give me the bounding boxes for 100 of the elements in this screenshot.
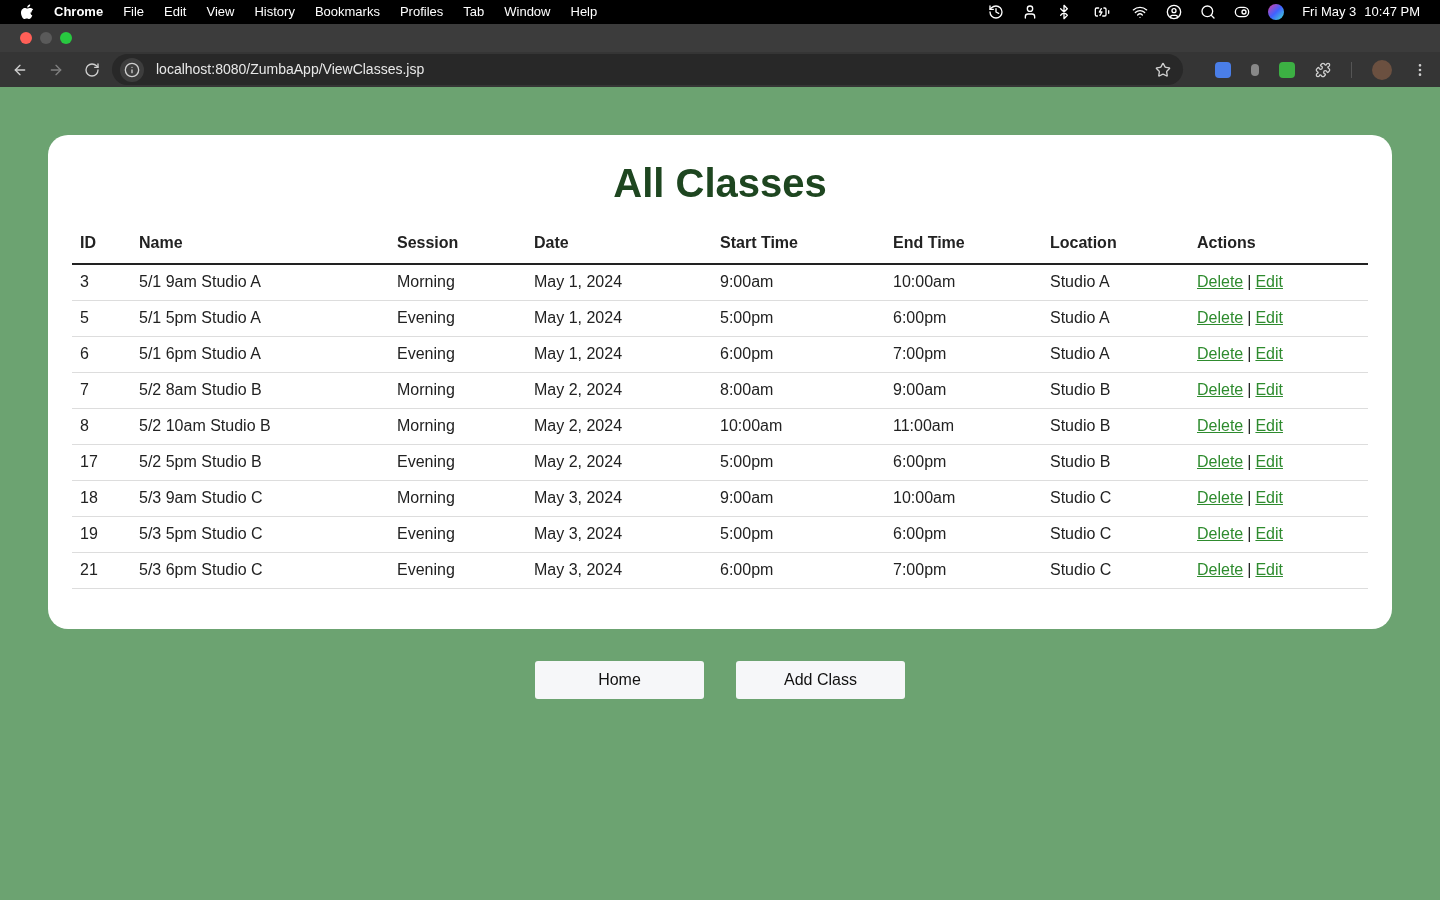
menu-item[interactable]: Tab — [463, 2, 485, 22]
separator: | — [1247, 380, 1252, 400]
account-icon — [1166, 4, 1183, 20]
table-cell: 5/1 9am Studio A — [139, 273, 261, 291]
column-header: ID — [80, 234, 96, 251]
edit-link[interactable]: Edit — [1255, 450, 1283, 474]
table-cell: 5/2 10am Studio B — [139, 417, 271, 434]
edit-link[interactable]: Edit — [1255, 414, 1283, 438]
table-cell: Studio C — [1050, 561, 1112, 578]
table-cell: 7 — [80, 381, 89, 398]
menu-item[interactable]: Profiles — [399, 2, 444, 22]
menu-item[interactable]: Help — [570, 2, 598, 22]
table-cell: 21 — [80, 561, 98, 578]
table-cell: 6:00pm — [893, 453, 947, 470]
table-cell: Morning — [397, 381, 455, 398]
table-cell: May 2, 2024 — [534, 381, 623, 398]
table-cell: 18 — [80, 489, 98, 506]
menu-item[interactable]: History — [254, 2, 295, 22]
column-header: Location — [1050, 234, 1117, 251]
table-cell: Studio B — [1050, 417, 1111, 434]
table-cell: Evening — [397, 525, 455, 542]
delete-link[interactable]: Delete — [1197, 522, 1244, 546]
control-center-icon — [1234, 4, 1251, 20]
table-cell: Studio C — [1050, 525, 1112, 542]
apple-logo-icon — [20, 4, 34, 20]
table-cell: 5:00pm — [720, 525, 774, 542]
edit-link[interactable]: Edit — [1255, 378, 1283, 402]
table-cell: 9:00am — [720, 489, 774, 506]
separator: | — [1247, 452, 1252, 472]
table-cell: 5/2 5pm Studio B — [139, 453, 262, 470]
table-cell: Evening — [397, 453, 455, 470]
table-cell: 9:00am — [720, 273, 774, 291]
table-cell: Studio C — [1050, 489, 1112, 506]
table-cell: 5/2 8am Studio B — [139, 381, 262, 398]
table-cell: 6 — [80, 345, 89, 362]
table-cell: Evening — [397, 561, 455, 578]
separator: | — [1247, 272, 1252, 293]
table-cell: 11:00am — [893, 417, 955, 434]
menu-item[interactable]: Bookmarks — [314, 2, 380, 22]
delete-link[interactable]: Delete — [1197, 486, 1244, 510]
add-class-button[interactable]: Add Class — [736, 660, 905, 699]
table-cell: 6:00pm — [893, 525, 947, 542]
table-cell: May 1, 2024 — [534, 309, 623, 326]
menu-item[interactable]: View — [206, 2, 235, 22]
table-cell: Morning — [397, 489, 455, 506]
page-title: All Classes — [612, 160, 828, 207]
table-cell: Morning — [397, 273, 455, 291]
table-cell: Studio B — [1050, 381, 1111, 398]
table-cell: 7:00pm — [893, 561, 947, 578]
close-window-button[interactable] — [20, 32, 32, 44]
column-header: Start Time — [720, 234, 798, 251]
home-button[interactable]: Home — [535, 660, 704, 699]
column-header: Actions — [1197, 234, 1256, 251]
menubar-date: Fri May 3 — [1302, 3, 1357, 22]
table-cell: 5/3 9am Studio C — [139, 489, 263, 506]
bookmark-star-icon — [1155, 61, 1171, 78]
delete-link[interactable]: Delete — [1197, 306, 1244, 330]
table-cell: 8:00am — [720, 381, 774, 398]
menu-item[interactable]: Window — [504, 2, 551, 22]
separator: | — [1247, 344, 1252, 364]
edit-link[interactable]: Edit — [1255, 558, 1283, 582]
column-header: End Time — [893, 234, 965, 251]
search-icon — [1200, 4, 1217, 20]
edit-link[interactable]: Edit — [1255, 306, 1283, 330]
maximize-window-button[interactable] — [60, 32, 72, 44]
table-cell: 3 — [80, 273, 89, 291]
extension-icon[interactable] — [1251, 63, 1259, 76]
table-cell: Studio B — [1050, 453, 1111, 470]
address-bar[interactable]: localhost:8080/ZumbaApp/ViewClasses.jsp — [112, 54, 1183, 85]
table-cell: 5:00pm — [720, 453, 774, 470]
edit-link[interactable]: Edit — [1255, 270, 1283, 295]
delete-link[interactable]: Delete — [1197, 270, 1244, 295]
delete-link[interactable]: Delete — [1197, 342, 1244, 366]
separator: | — [1247, 416, 1252, 436]
table-cell: May 1, 2024 — [534, 345, 623, 362]
table-cell: 10:00am — [893, 273, 956, 291]
column-header: Date — [534, 234, 569, 251]
table-cell: Evening — [397, 309, 455, 326]
delete-link[interactable]: Delete — [1197, 558, 1244, 582]
table-cell: 5/1 5pm Studio A — [139, 309, 261, 326]
edit-link[interactable]: Edit — [1255, 522, 1283, 546]
menu-item[interactable]: File — [123, 2, 145, 22]
edit-link[interactable]: Edit — [1255, 342, 1283, 366]
table-cell: 5 — [80, 309, 89, 326]
table-cell: May 3, 2024 — [534, 561, 623, 578]
app-menu[interactable]: Chrome — [54, 2, 104, 22]
url-text: localhost:8080/ZumbaApp/ViewClasses.jsp — [156, 60, 425, 79]
table-cell: Studio A — [1050, 309, 1110, 326]
column-header: Session — [397, 234, 459, 251]
separator: | — [1247, 308, 1252, 328]
edit-link[interactable]: Edit — [1255, 486, 1283, 510]
table-cell: 5:00pm — [720, 309, 774, 326]
menu-item[interactable]: Edit — [164, 2, 187, 22]
separator: | — [1247, 560, 1252, 580]
delete-link[interactable]: Delete — [1197, 378, 1244, 402]
table-cell: 19 — [80, 525, 98, 542]
wifi-icon — [1132, 4, 1149, 20]
delete-link[interactable]: Delete — [1197, 450, 1244, 474]
delete-link[interactable]: Delete — [1197, 414, 1244, 438]
table-cell: 5/1 6pm Studio A — [139, 345, 261, 362]
